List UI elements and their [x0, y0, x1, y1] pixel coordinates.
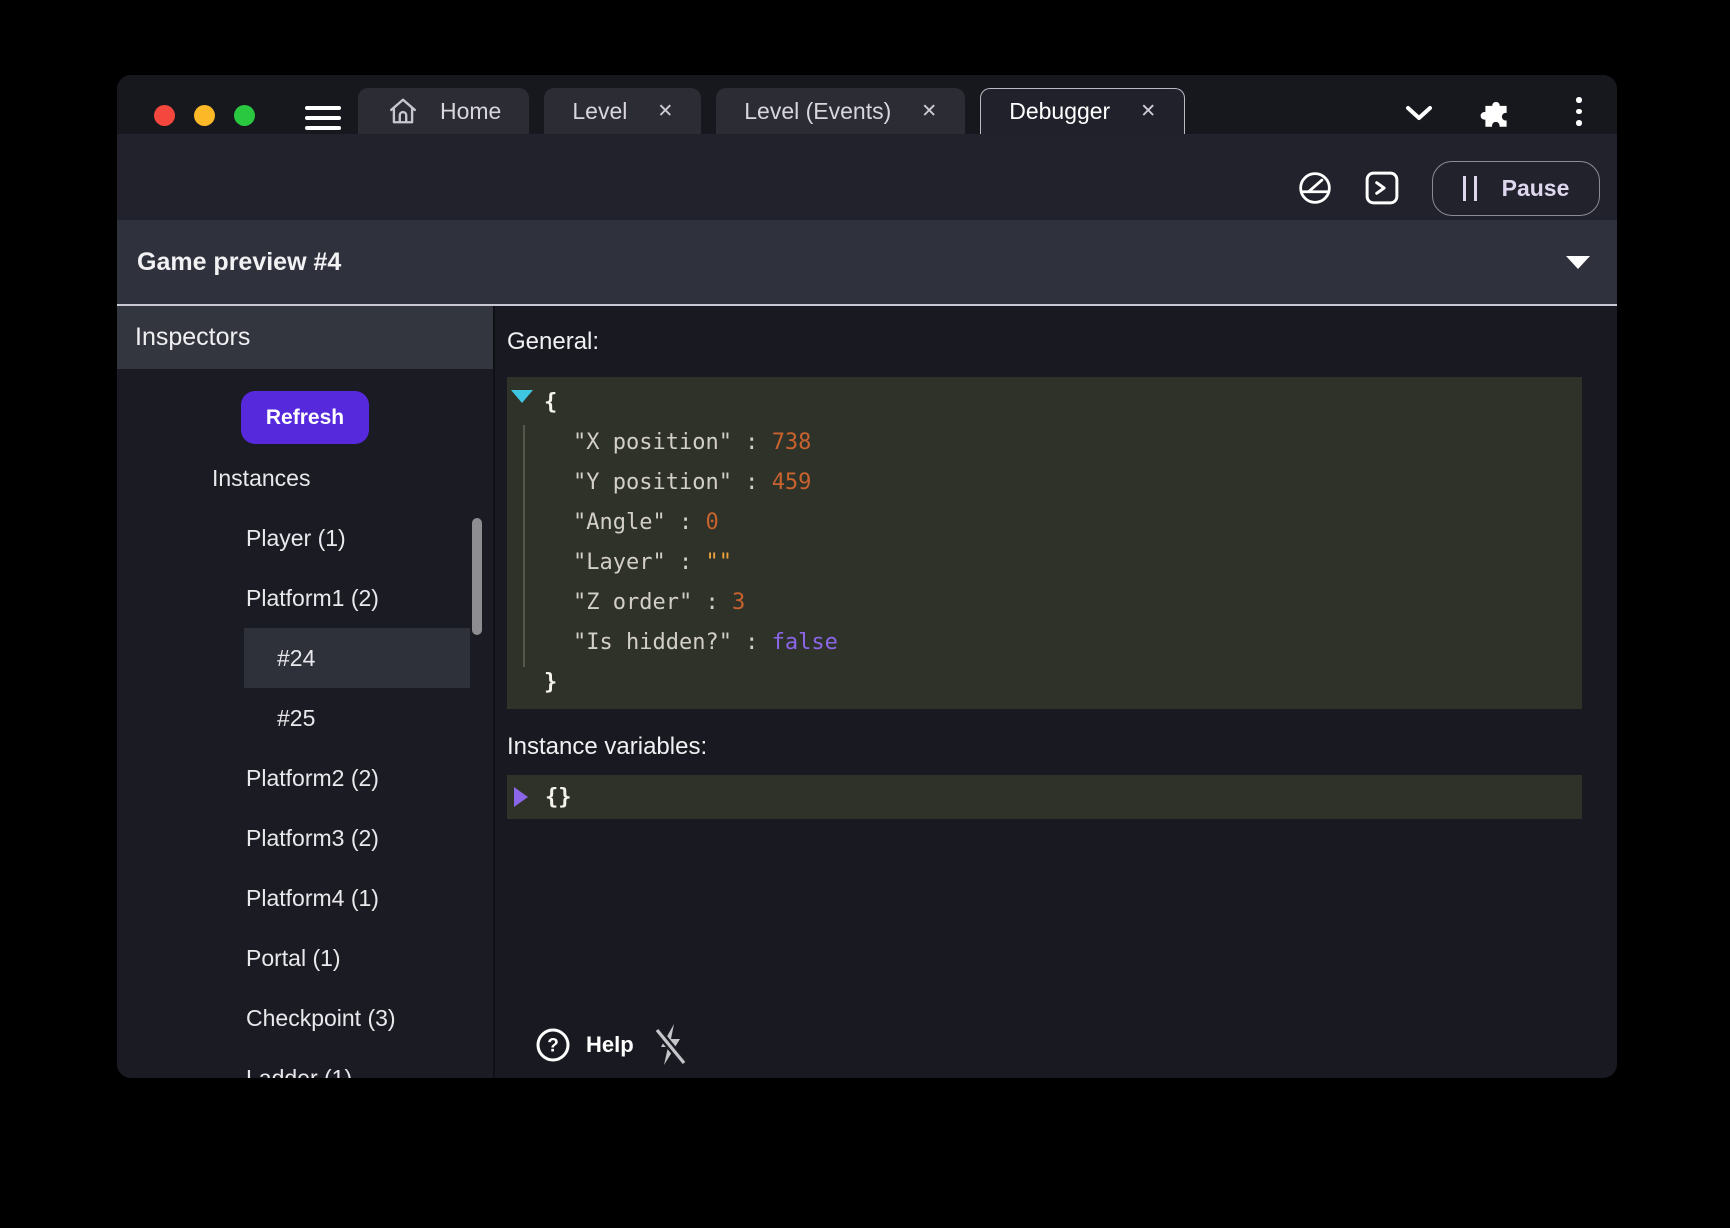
tree-item-platform3-2[interactable]: Platform3 (2): [117, 808, 493, 868]
tree-item-instances[interactable]: Instances: [117, 448, 493, 508]
tree-item-label: #25: [277, 705, 315, 732]
json-open-brace: {: [544, 383, 1582, 423]
json-row-y-position: "Y position" : 459: [544, 463, 1582, 503]
tree-item-label: Ladder (1): [246, 1065, 352, 1079]
tree-item-label: Platform4 (1): [246, 885, 379, 912]
tree-item-label: Platform2 (2): [246, 765, 379, 792]
more-options-kebab-icon[interactable]: [1576, 97, 1582, 126]
general-json-view: {"X position" : 738"Y position" : 459"An…: [507, 377, 1582, 709]
game-preview-selector[interactable]: Game preview #4: [117, 220, 1617, 306]
console-icon[interactable]: [1365, 171, 1399, 205]
tree-item-player-1[interactable]: Player (1): [117, 508, 493, 568]
tree-item-checkpoint-3[interactable]: Checkpoint (3): [117, 988, 493, 1048]
svg-text:?: ?: [547, 1036, 559, 1057]
tree-item-ladder-1[interactable]: Ladder (1): [117, 1048, 493, 1078]
inspectors-header: Inspectors: [117, 306, 493, 369]
pause-button-label: Pause: [1502, 175, 1570, 202]
chevron-down-icon[interactable]: [1405, 104, 1433, 122]
dropdown-caret-icon[interactable]: [1566, 256, 1590, 269]
inspectors-sidebar: Inspectors Refresh Instances Player (1) Pl…: [117, 306, 495, 1078]
tree-item-portal-1[interactable]: Portal (1): [117, 928, 493, 988]
debugger-toolbar: Pause: [117, 134, 1617, 220]
title-bar: HomeLevel✕Level (Events)✕Debugger✕: [117, 75, 1617, 134]
indent-guide: [523, 425, 525, 667]
game-preview-title: Game preview #4: [137, 248, 341, 277]
help-question-icon: ?: [535, 1027, 571, 1063]
tree-item-platform4-1[interactable]: Platform4 (1): [117, 868, 493, 928]
tree-item-label: Portal (1): [246, 945, 341, 972]
tree-item-label: Checkpoint (3): [246, 1005, 396, 1032]
expander-open-icon[interactable]: [511, 390, 533, 403]
tree-item-label: #24: [277, 645, 315, 672]
tree-item-24[interactable]: #24: [244, 628, 470, 688]
flash-off-icon[interactable]: [650, 1022, 690, 1068]
content-area: Inspectors Refresh Instances Player (1) Pl…: [117, 306, 1617, 1078]
json-row-z-order: "Z order" : 3: [544, 583, 1582, 623]
app-window: HomeLevel✕Level (Events)✕Debugger✕ Pause: [117, 75, 1617, 1078]
instance-variables-view: {}: [507, 775, 1582, 819]
sidebar-scrollbar[interactable]: [472, 518, 482, 635]
json-row-x-position: "X position" : 738: [544, 423, 1582, 463]
json-close-brace: }: [544, 663, 1582, 703]
instances-tree: Instances Player (1) Platform1 (2) #24 #25 Pl…: [117, 448, 493, 1078]
extensions-puzzle-icon[interactable]: [1479, 98, 1513, 132]
tree-item-label: Player (1): [246, 525, 346, 552]
titlebar-actions: [117, 75, 1617, 134]
pause-button[interactable]: Pause: [1432, 161, 1600, 216]
profiler-gauge-icon[interactable]: [1298, 171, 1332, 205]
instance-variables-heading: Instance variables:: [507, 733, 1582, 761]
json-row-angle: "Angle" : 0: [544, 503, 1582, 543]
pause-icon: [1463, 176, 1477, 201]
tree-item-platform1-2[interactable]: Platform1 (2): [117, 568, 493, 628]
inspector-detail-panel: General: {"X position" : 738"Y position"…: [495, 306, 1617, 1078]
json-row-layer: "Layer" : "": [544, 543, 1582, 583]
expander-closed-icon[interactable]: [514, 787, 528, 807]
tree-item-label: Instances: [212, 465, 310, 492]
refresh-button[interactable]: Refresh: [241, 391, 369, 444]
tree-item-label: Platform1 (2): [246, 585, 379, 612]
help-row: ? Help: [535, 1022, 690, 1068]
variables-value: {}: [545, 785, 572, 810]
help-button-label: Help: [586, 1032, 634, 1058]
json-row-is-hidden: "Is hidden?" : false: [544, 623, 1582, 663]
help-button[interactable]: ? Help: [535, 1027, 634, 1063]
general-heading: General:: [507, 328, 1582, 356]
tree-item-25[interactable]: #25: [117, 688, 493, 748]
tree-item-platform2-2[interactable]: Platform2 (2): [117, 748, 493, 808]
tree-item-label: Platform3 (2): [246, 825, 379, 852]
